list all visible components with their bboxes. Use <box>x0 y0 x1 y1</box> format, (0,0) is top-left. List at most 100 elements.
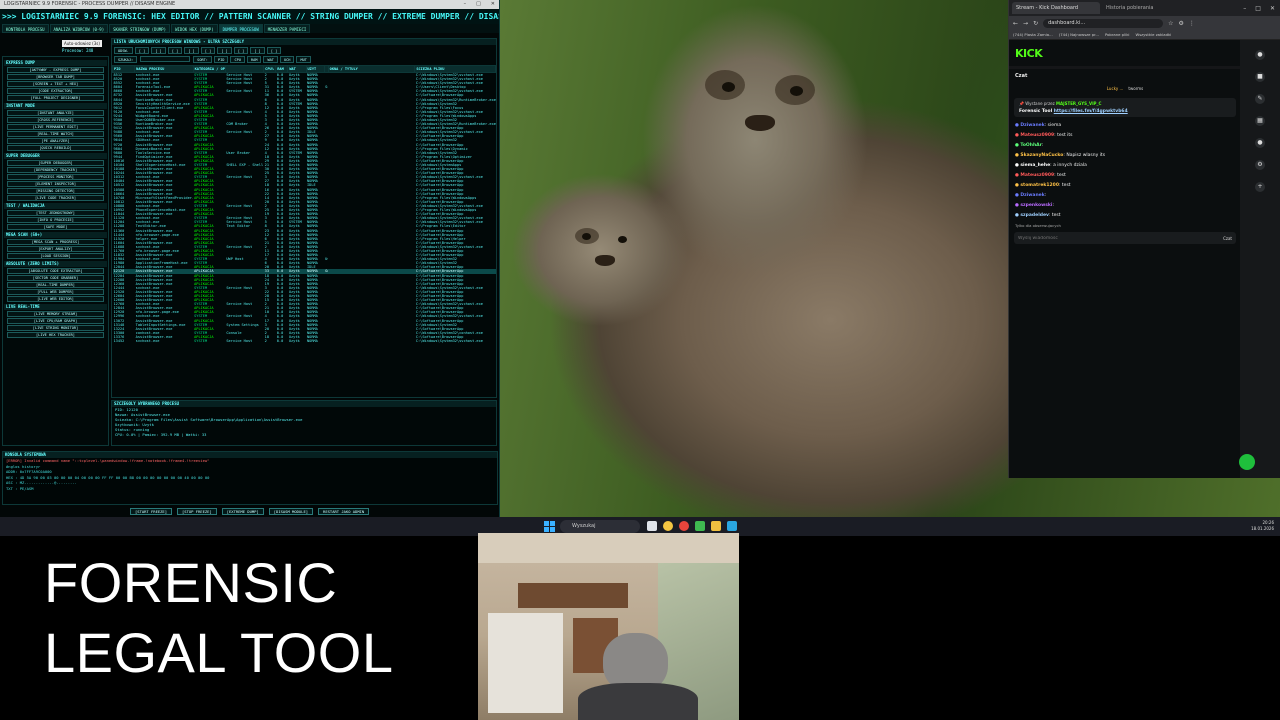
sidebar-action-button[interactable]: [EXPORT ANALIZY] <box>7 246 104 252</box>
process-toolbar-button[interactable]: [ ] <box>266 47 282 54</box>
sidebar-action-button[interactable]: [SUPER DEBUGGER] <box>7 160 104 166</box>
process-toolbar-button[interactable]: ODSW. <box>114 47 133 54</box>
chat-message-input[interactable] <box>1018 235 1158 241</box>
bookmark-item[interactable]: (744) Najnowsze pr... <box>1059 32 1099 37</box>
sidebar-action-button[interactable]: [LIVE MEMORY STREAM] <box>7 311 104 317</box>
taskbar-clock[interactable]: 20:26 18.01.2026 <box>1251 520 1274 532</box>
grid-icon[interactable]: ▦ <box>1255 116 1265 126</box>
settings-icon[interactable]: ⚙ <box>1255 160 1265 170</box>
windows-start-icon[interactable] <box>544 521 555 532</box>
sidebar-action-button[interactable]: [PE ANALYZER] <box>7 138 104 144</box>
column-header[interactable]: KATEGORIA / OPIS <box>192 65 226 73</box>
sidebar-action-button[interactable]: [AKTYWNY - EXPRESS DUMP] <box>7 67 104 73</box>
bottom-action-button[interactable]: [STOP FREEZE] <box>177 508 217 515</box>
bookmark-item[interactable]: (744) Plasta Zamia... <box>1013 32 1053 37</box>
profile-avatar-icon[interactable]: ● <box>1255 50 1265 60</box>
file-explorer-icon[interactable] <box>711 521 721 531</box>
bottom-action-button[interactable]: [START FREEZE] <box>130 508 173 515</box>
forward-icon[interactable]: → <box>1023 20 1028 27</box>
chat-send-button[interactable]: Czat <box>1223 236 1236 241</box>
bookmark-item[interactable]: Pobrane pliki <box>1105 32 1130 37</box>
sort-button[interactable]: WAT <box>263 56 278 63</box>
minimize-icon[interactable]: – <box>1243 5 1246 12</box>
sidebar-action-button[interactable]: [ABSOLUTE CODE EXTRACTOR] <box>7 268 104 274</box>
column-header[interactable] <box>224 65 265 73</box>
bookmark-star-icon[interactable]: ☆ <box>1168 20 1173 27</box>
bell-icon[interactable]: ● <box>1255 138 1265 148</box>
bookmark-item[interactable]: Wszystkie zakladki <box>1135 32 1171 37</box>
recorder-icon[interactable] <box>679 521 689 531</box>
tool-tab[interactable]: MENADZER PAMIECI <box>263 24 311 33</box>
process-toolbar-button[interactable]: [ ] <box>151 47 166 54</box>
taskbar-search[interactable]: Wyszukaj <box>560 520 640 533</box>
sidebar-action-button[interactable]: [MISSING DETECTOR] <box>7 188 104 194</box>
process-toolbar-button[interactable]: [ ] <box>184 47 199 54</box>
bottom-action-button[interactable]: [DISASM MODULE] <box>268 508 314 515</box>
column-header[interactable]: OKNA / TYTULY <box>327 65 416 73</box>
sidebar-action-button[interactable]: [SECTOR CODE GRABBER] <box>7 275 104 281</box>
kick-logo[interactable]: KICK <box>1015 47 1043 60</box>
app-icon[interactable] <box>695 521 705 531</box>
column-header[interactable]: WAT <box>287 65 307 73</box>
chat-username[interactable]: Mateusz0909 <box>1020 173 1054 178</box>
sidebar-action-button[interactable]: [LOAD SESSION] <box>7 253 104 259</box>
sort-button[interactable]: PID <box>213 56 229 63</box>
sidebar-action-button[interactable]: [DEPENDENCY TRACKER] <box>7 167 104 173</box>
column-header[interactable]: UZYT <box>305 65 325 73</box>
close-icon[interactable]: ✕ <box>1270 5 1275 12</box>
column-header[interactable]: NAZWA PROCESU <box>134 65 194 73</box>
sidebar-action-button[interactable]: [CODE EXTRACTOR] <box>7 88 104 94</box>
terminal-icon[interactable] <box>727 521 737 531</box>
sidebar-action-button[interactable]: [FULL WEB DUMPER] <box>7 289 104 295</box>
maximize-icon[interactable]: □ <box>1255 5 1261 12</box>
chat-username[interactable]: Dziwanek <box>1020 123 1044 128</box>
chrome-icon[interactable] <box>663 521 673 531</box>
process-toolbar-button[interactable]: [ ] <box>134 47 150 54</box>
chat-username[interactable]: Mateusz0909 <box>1020 133 1054 138</box>
chat-username[interactable]: stomatrek1200 <box>1020 183 1059 188</box>
tool-tab[interactable]: DUMPER PROCESOW <box>218 24 263 33</box>
column-header[interactable]: RAM <box>275 65 289 73</box>
tool-tab[interactable]: WIDOK HEX (DUMP) <box>171 24 218 33</box>
maximize-icon[interactable]: □ <box>476 0 481 9</box>
sidebar-action-button[interactable]: [LIVE CODE TRACKER] <box>7 195 104 201</box>
sidebar-action-button[interactable]: [LIVE HEX TRACKER] <box>7 332 104 338</box>
sidebar-action-button[interactable]: [FULL PROJECT DESIGNER] <box>7 95 104 101</box>
sort-button[interactable]: RAM <box>246 56 262 63</box>
sort-button[interactable]: SORT: <box>193 56 212 63</box>
tool-tab[interactable]: SKANER STRINGOW (DUMP) <box>109 24 171 33</box>
sidebar-action-button[interactable]: [TEST JEDNOSTKOWY] <box>7 210 104 216</box>
pen-icon[interactable]: ✎ <box>1255 94 1265 104</box>
sidebar-action-button[interactable]: [INSTANT ANALYZE] <box>7 110 104 116</box>
process-toolbar-button[interactable]: [ ] <box>200 47 216 54</box>
sidebar-action-button[interactable]: [ELEMENT INSPECTOR] <box>7 181 104 187</box>
sort-button[interactable]: CPU <box>230 56 245 63</box>
sidebar-action-button[interactable]: [QUICK REBUILD] <box>7 145 104 151</box>
tool-tab[interactable]: ANALIZA WZORCOW (0-9) <box>49 24 109 33</box>
close-icon[interactable]: ✕ <box>491 0 495 9</box>
sidebar-action-button[interactable]: [LIVE PERMANENT EDIT] <box>7 124 104 130</box>
chat-username[interactable]: SkazanyNaCucko <box>1020 153 1063 158</box>
chat-username[interactable]: ToOhhAr <box>1020 143 1042 148</box>
sidebar-action-button[interactable]: [PROCESS MONITOR] <box>7 174 104 180</box>
sidebar-action-button[interactable]: [CROSS-REFERENCE] <box>7 117 104 123</box>
bottom-action-button[interactable]: RESTART JAKO ADMIN <box>318 508 370 515</box>
tab-kick-dashboard[interactable]: Stream - Kick Dashboard <box>1012 2 1100 14</box>
address-bar[interactable]: dashboard.ki... <box>1043 18 1164 28</box>
sidebar-action-button[interactable]: [SAFE MODE] <box>7 224 104 230</box>
sidebar-action-button[interactable]: [SCREEN + TEXT + HEX] <box>7 81 104 87</box>
autosave-toggle[interactable]: Auto-odswiez (3s) <box>62 40 102 47</box>
top-user-1[interactable]: Lucky ... <box>1107 86 1124 91</box>
kick-help-button[interactable] <box>1239 454 1255 470</box>
task-view-icon[interactable] <box>647 521 657 531</box>
back-icon[interactable]: ← <box>1013 20 1018 27</box>
sidebar-action-button[interactable]: [REAL-TIME WATCH] <box>7 131 104 137</box>
process-toolbar-button[interactable]: [ ] <box>167 47 183 54</box>
plus-icon[interactable]: + <box>1255 182 1265 192</box>
column-header[interactable]: CPU% <box>263 65 277 73</box>
reload-icon[interactable]: ↻ <box>1033 20 1038 27</box>
sort-button[interactable]: MUT <box>296 56 311 63</box>
chat-username[interactable]: szpenkowski <box>1020 203 1052 208</box>
tool-tab[interactable]: KONTROLA PROCESU <box>2 24 49 33</box>
sidebar-action-button[interactable]: [LIVE CPU/RAM GRAPH] <box>7 318 104 324</box>
